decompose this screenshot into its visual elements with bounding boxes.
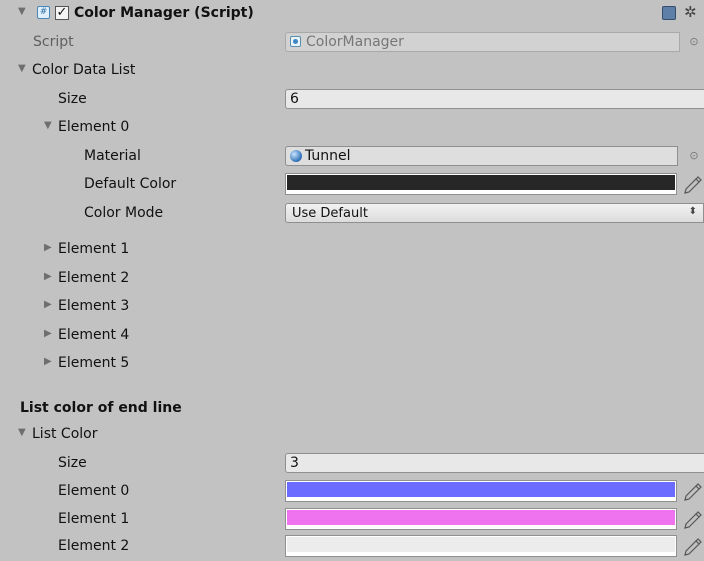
color-data-size-row: Size 6 — [0, 86, 704, 114]
script-value: ColorManager — [306, 34, 404, 50]
list-color-size-row: Size 3 — [0, 450, 704, 478]
color-mode-value: Use Default — [292, 206, 368, 221]
script-row: Script ColorManager ⊙ — [0, 29, 704, 57]
color-field[interactable] — [285, 508, 677, 530]
default-color-label: Default Color — [84, 176, 177, 192]
element-label: Element 0 — [58, 483, 130, 499]
color-mode-row: Color Mode Use Default ⬍ — [0, 200, 704, 228]
element-0-label: Element 0 — [58, 119, 130, 135]
default-color-row: Default Color — [0, 171, 704, 199]
size-value: 3 — [290, 455, 299, 471]
element-label: Element 2 — [58, 270, 130, 286]
foldout-arrow-icon[interactable]: ▼ — [18, 427, 26, 438]
object-picker-icon[interactable]: ⊙ — [688, 149, 700, 163]
size-input[interactable]: 3 — [285, 453, 704, 473]
color-field[interactable] — [285, 480, 677, 502]
foldout-arrow-icon[interactable]: ▶ — [44, 328, 52, 339]
element-foldout[interactable]: ▶ Element 5 — [0, 350, 704, 378]
dropdown-arrows-icon: ⬍ — [688, 206, 697, 217]
element-label: Element 1 — [58, 241, 130, 257]
element-label: Element 4 — [58, 327, 130, 343]
eyedropper-icon[interactable] — [682, 482, 704, 502]
foldout-arrow-icon[interactable]: ▼ — [18, 63, 26, 74]
material-field[interactable]: Tunnel — [285, 146, 678, 166]
script-component-icon: # — [37, 6, 50, 19]
color-mode-dropdown[interactable]: Use Default ⬍ — [285, 203, 704, 223]
list-color-element-row: Element 2 — [0, 533, 704, 561]
component-title: Color Manager (Script) — [74, 5, 254, 21]
section-header: List color of end line — [20, 400, 182, 416]
material-label: Material — [84, 148, 141, 164]
material-row: Material Tunnel ⊙ — [0, 143, 704, 171]
element-foldout[interactable]: ▶ Element 2 — [0, 265, 704, 293]
element-label: Element 3 — [58, 298, 130, 314]
element-label: Element 2 — [58, 538, 130, 554]
foldout-arrow-icon[interactable]: ▶ — [44, 271, 52, 282]
help-book-icon[interactable] — [662, 6, 676, 20]
color-data-list-label: Color Data List — [32, 62, 136, 78]
list-color-element-row: Element 1 — [0, 506, 704, 534]
script-file-icon — [290, 36, 301, 47]
foldout-arrow-icon[interactable]: ▶ — [44, 356, 52, 367]
element-foldout[interactable]: ▶ Element 1 — [0, 236, 704, 264]
color-mode-label: Color Mode — [84, 205, 164, 221]
object-picker-icon[interactable]: ⊙ — [688, 35, 700, 49]
foldout-arrow-icon[interactable]: ▶ — [44, 299, 52, 310]
list-color-element-row: Element 0 — [0, 478, 704, 506]
eyedropper-icon[interactable] — [682, 175, 704, 195]
section-header-row: List color of end line — [0, 395, 704, 423]
color-field[interactable] — [285, 535, 677, 557]
script-field[interactable]: ColorManager — [285, 32, 680, 52]
element-label: Element 1 — [58, 511, 130, 527]
color-swatch — [287, 537, 675, 552]
foldout-arrow-icon[interactable]: ▼ — [18, 6, 26, 17]
element-foldout[interactable]: ▶ Element 4 — [0, 322, 704, 350]
element-label: Element 5 — [58, 355, 130, 371]
color-data-list-foldout[interactable]: ▼ Color Data List — [0, 57, 704, 85]
size-input[interactable]: 6 — [285, 89, 704, 109]
component-header: ▼ # ✓ Color Manager (Script) ✲ — [0, 0, 704, 28]
default-color-field[interactable] — [285, 173, 677, 195]
size-label: Size — [58, 455, 87, 471]
color-swatch — [287, 482, 675, 497]
size-value: 6 — [290, 91, 299, 107]
foldout-arrow-icon[interactable]: ▶ — [44, 242, 52, 253]
element-foldout[interactable]: ▶ Element 3 — [0, 293, 704, 321]
color-swatch — [287, 510, 675, 525]
eyedropper-icon[interactable] — [682, 537, 704, 557]
material-sphere-icon — [290, 150, 302, 162]
material-value: Tunnel — [305, 148, 351, 164]
foldout-arrow-icon[interactable]: ▼ — [44, 120, 52, 131]
enabled-checkbox[interactable]: ✓ — [55, 6, 69, 20]
list-color-label: List Color — [32, 426, 98, 442]
color-swatch — [287, 175, 675, 190]
settings-gear-icon[interactable]: ✲ — [684, 3, 697, 21]
element-0-foldout[interactable]: ▼ Element 0 — [0, 114, 704, 142]
list-color-foldout[interactable]: ▼ List Color — [0, 421, 704, 449]
eyedropper-icon[interactable] — [682, 510, 704, 530]
size-label: Size — [58, 91, 87, 107]
script-label: Script — [33, 34, 74, 50]
